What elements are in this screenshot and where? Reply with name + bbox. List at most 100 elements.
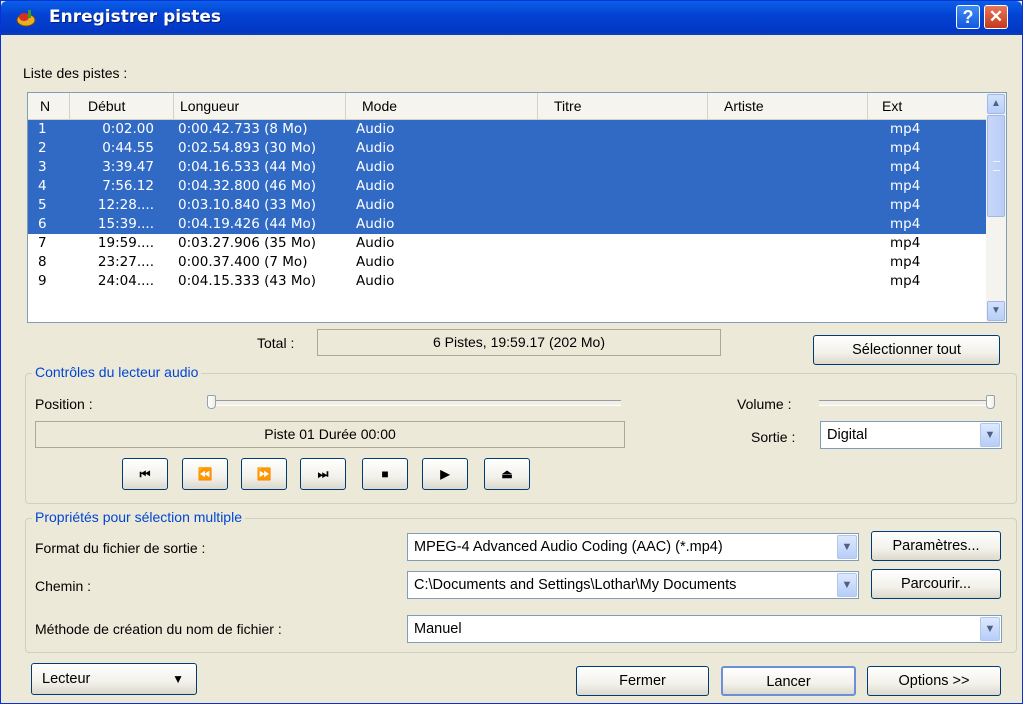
scroll-thumb[interactable] [987,115,1005,217]
track-cell-n: 6 [38,216,47,232]
track-cell-start: 12:28.... [97,197,154,213]
track-cell-length: 0:00.42.733 (8 Mo) [178,121,308,137]
naming-method-value: Manuel [414,621,462,637]
output-select-value: Digital [827,427,868,443]
naming-method-select[interactable]: Manuel ▼ [407,615,1002,643]
volume-slider[interactable] [819,400,995,406]
fast-forward-icon: ⏩ [256,467,272,481]
total-value: 6 Pistes, 19:59.17 (202 Mo) [317,329,721,356]
track-cell-ext: mp4 [890,197,921,213]
track-cell-mode: Audio [356,197,395,213]
output-label: Sortie : [751,429,796,445]
player-menu-button[interactable]: Lecteur ▼ [31,663,197,695]
track-cell-length: 0:03.10.840 (33 Mo) [178,197,317,213]
total-label: Total : [257,335,295,351]
player-menu-label: Lecteur [42,671,91,687]
track-cell-start: 0:02.00 [102,121,154,137]
track-row[interactable]: 2 0:44.55 0:02.54.893 (30 Mo) Audio mp4 [28,139,986,158]
track-row[interactable]: 9 24:04.... 0:04.15.333 (43 Mo) Audio mp4 [28,272,986,291]
start-button[interactable]: Lancer [721,666,856,696]
track-cell-n: 1 [38,121,47,137]
track-row[interactable]: 6 15:39.... 0:04.19.426 (44 Mo) Audio mp4 [28,215,986,234]
track-cell-n: 5 [38,197,47,213]
track-cell-length: 0:03.27.906 (35 Mo) [178,235,317,251]
track-cell-ext: mp4 [890,140,921,156]
track-cell-n: 2 [38,140,47,156]
track-row[interactable]: 8 23:27.... 0:00.37.400 (7 Mo) Audio mp4 [28,253,986,272]
track-cell-start: 0:44.55 [102,140,154,156]
close-window-button[interactable]: ✕ [984,5,1008,29]
track-cell-ext: mp4 [890,216,921,232]
close-button[interactable]: Fermer [576,666,709,696]
column-header-start[interactable]: Début [70,93,174,119]
stop-button[interactable]: ■ [362,458,408,490]
rewind-button[interactable]: ⏪ [182,458,228,490]
app-icon [16,10,36,27]
track-cell-mode: Audio [356,216,395,232]
column-header-n[interactable]: N [28,93,70,119]
help-button[interactable]: ? [956,5,980,29]
stop-icon: ■ [381,467,389,481]
column-header-title[interactable]: Titre [538,93,708,119]
eject-button[interactable]: ⏏ [484,458,530,490]
properties-group-label: Propriétés pour sélection multiple [32,509,245,525]
previous-track-button[interactable]: ⏮ [122,458,168,490]
track-list[interactable]: N Début Longueur Mode Titre Artiste Ext … [27,92,1007,323]
track-cell-mode: Audio [356,140,395,156]
chevron-down-icon[interactable]: ▼ [980,423,1000,447]
position-slider[interactable] [211,400,621,406]
track-cell-mode: Audio [356,273,395,289]
track-cell-n: 4 [38,178,47,194]
track-cell-start: 15:39.... [97,216,154,232]
track-cell-mode: Audio [356,235,395,251]
format-select-value: MPEG-4 Advanced Audio Coding (AAC) (*.mp… [414,539,723,555]
fast-forward-button[interactable]: ⏩ [241,458,287,490]
track-cell-start: 3:39.47 [102,159,154,175]
play-icon: ▶ [440,467,450,481]
track-cell-ext: mp4 [890,178,921,194]
select-all-button[interactable]: Sélectionner tout [813,335,1000,365]
eject-icon: ⏏ [501,467,513,481]
parameters-button[interactable]: Paramètres... [871,531,1001,561]
track-cell-ext: mp4 [890,273,921,289]
chevron-down-icon[interactable]: ▼ [837,535,857,559]
column-header-ext[interactable]: Ext [868,93,986,119]
play-button[interactable]: ▶ [422,458,468,490]
next-track-icon: ⏭ [317,467,329,481]
track-row[interactable]: 3 3:39.47 0:04.16.533 (44 Mo) Audio mp4 [28,158,986,177]
column-header-length[interactable]: Longueur [174,93,346,119]
track-cell-ext: mp4 [890,121,921,137]
chevron-down-icon[interactable]: ▼ [980,617,1000,641]
position-slider-thumb[interactable] [207,395,216,409]
column-header-artist[interactable]: Artiste [708,93,868,119]
track-cell-n: 7 [38,235,47,251]
scroll-down-icon[interactable]: ▼ [987,301,1005,321]
chevron-down-icon[interactable]: ▼ [837,573,857,597]
volume-label: Volume : [737,396,792,412]
track-row[interactable]: 7 19:59.... 0:03.27.906 (35 Mo) Audio mp4 [28,234,986,253]
volume-slider-thumb[interactable] [986,395,995,409]
column-header-mode[interactable]: Mode [346,93,538,119]
browse-button[interactable]: Parcourir... [871,569,1001,599]
options-button[interactable]: Options >> [867,666,1001,696]
track-row[interactable]: 1 0:02.00 0:00.42.733 (8 Mo) Audio mp4 [28,120,986,139]
track-row[interactable]: 5 12:28.... 0:03.10.840 (33 Mo) Audio mp4 [28,196,986,215]
track-list-header: N Début Longueur Mode Titre Artiste Ext [28,93,986,120]
naming-method-label: Méthode de création du nom de fichier : [35,621,282,637]
path-label: Chemin : [35,578,92,594]
track-rows: 1 0:02.00 0:00.42.733 (8 Mo) Audio mp4 2 0:44.… [28,120,986,291]
output-select[interactable]: Digital ▼ [820,421,1002,449]
track-cell-n: 3 [38,159,47,175]
format-select[interactable]: MPEG-4 Advanced Audio Coding (AAC) (*.mp… [407,533,859,561]
track-row[interactable]: 4 7:56.12 0:04.32.800 (46 Mo) Audio mp4 [28,177,986,196]
track-cell-length: 0:02.54.893 (30 Mo) [178,140,317,156]
track-cell-length: 0:04.32.800 (46 Mo) [178,178,317,194]
track-cell-ext: mp4 [890,254,921,270]
scroll-up-icon[interactable]: ▲ [987,94,1005,114]
tracklist-label: Liste des pistes : [23,65,128,81]
player-status: Piste 01 Durée 00:00 [35,421,625,448]
path-select[interactable]: C:\Documents and Settings\Lothar\My Docu… [407,571,859,599]
title-bar[interactable]: Enregistrer pistes ? ✕ [1,1,1022,35]
tracklist-scrollbar[interactable]: ▲ ▼ [986,93,1006,322]
next-track-button[interactable]: ⏭ [300,458,346,490]
